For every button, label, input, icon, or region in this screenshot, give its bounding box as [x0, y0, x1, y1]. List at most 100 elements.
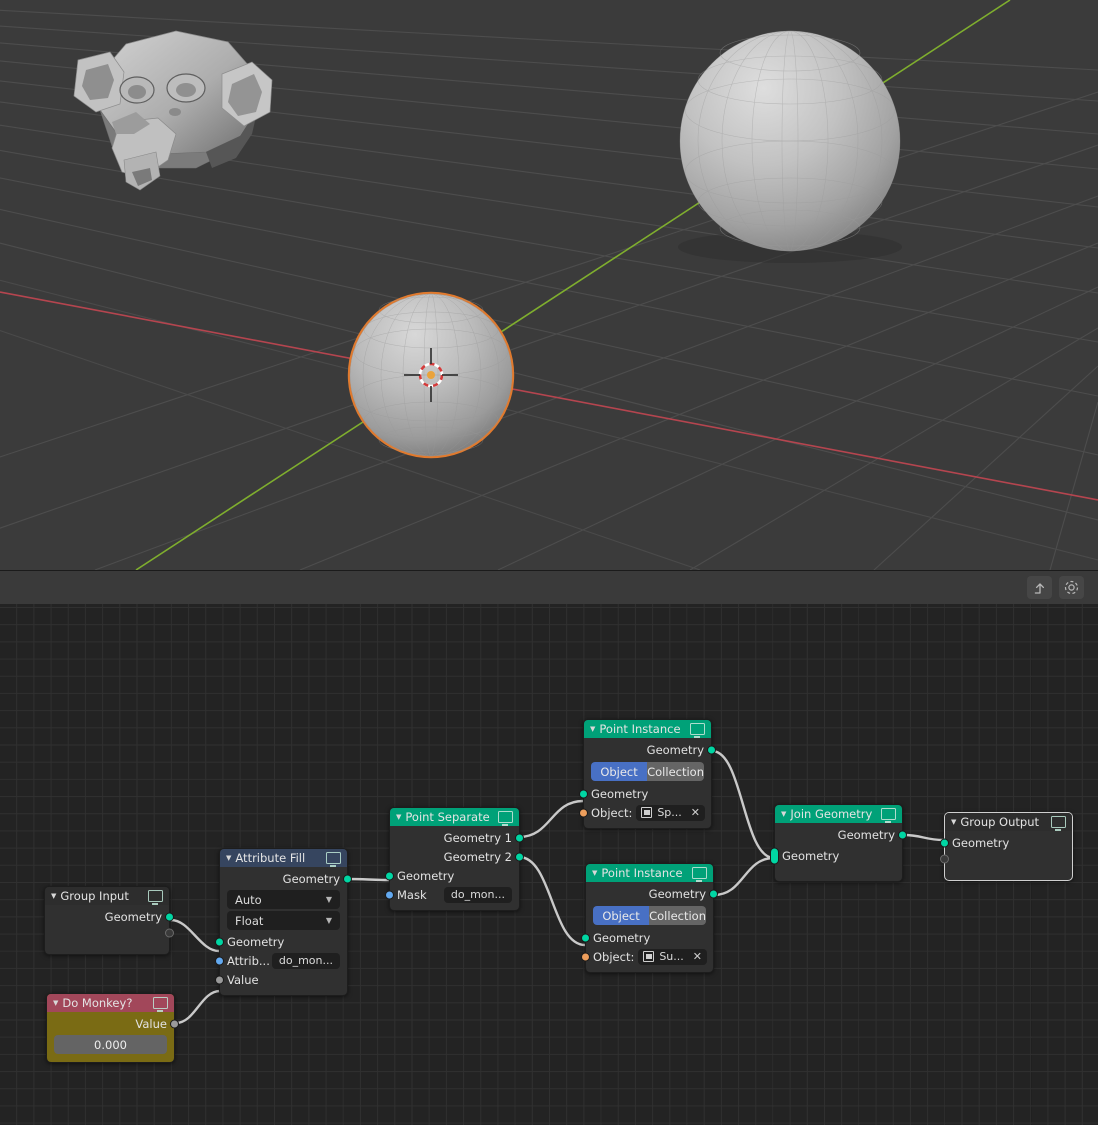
socket-row-input[interactable]: Geometry: [215, 932, 347, 951]
socket-row-input[interactable]: Geometry: [581, 928, 713, 947]
socket-row-input[interactable]: Geometry: [385, 866, 519, 885]
socket-mask-in[interactable]: [385, 890, 394, 899]
value-field[interactable]: 0.000: [54, 1035, 167, 1054]
socket-value-out[interactable]: [170, 1019, 179, 1028]
node-point-separate[interactable]: ▼ Point Separate Geometry 1 Geometry 2 G…: [385, 807, 524, 911]
3d-viewport[interactable]: [0, 0, 1098, 570]
node-group-input[interactable]: ▼ Group Input Geometry: [44, 886, 174, 955]
monitor-icon[interactable]: [326, 852, 341, 867]
socket-row-object[interactable]: Object: Su... ✕: [581, 947, 713, 966]
proportional-edit-icon[interactable]: [1059, 576, 1084, 599]
clear-object-icon[interactable]: ✕: [693, 950, 702, 963]
collapse-triangle-icon[interactable]: ▼: [396, 813, 401, 821]
socket-label: Object:: [591, 805, 633, 820]
socket-geometry-out[interactable]: [165, 912, 174, 921]
socket-object-in[interactable]: [579, 808, 588, 817]
socket-geometry-out[interactable]: [898, 830, 907, 839]
monitor-icon[interactable]: [881, 808, 896, 823]
socket-geometry-out[interactable]: [343, 874, 352, 883]
collapse-triangle-icon[interactable]: ▼: [51, 892, 56, 900]
socket-attribute-in[interactable]: [215, 956, 224, 965]
socket-row-input[interactable]: Value: [215, 970, 347, 989]
object-picker[interactable]: Su... ✕: [638, 948, 707, 965]
socket-row-input[interactable]: Mask do_mon...: [385, 885, 519, 904]
socket-row-output[interactable]: Geometry 1: [390, 828, 524, 847]
socket-label: Geometry: [952, 835, 1010, 850]
datatype-dropdown[interactable]: Float ▼: [227, 911, 340, 930]
socket-row-output[interactable]: Geometry: [584, 740, 716, 759]
dropdown-value: Auto: [235, 892, 262, 907]
socket-row-input[interactable]: Geometry: [579, 784, 711, 803]
node-header[interactable]: ▼ Do Monkey?: [47, 994, 174, 1012]
node-header[interactable]: ▼ Point Instance: [586, 864, 713, 882]
monitor-icon[interactable]: [692, 867, 707, 882]
instance-type-toggle[interactable]: Object Collection: [591, 762, 704, 781]
socket-geometry1-out[interactable]: [515, 833, 524, 842]
monitor-icon[interactable]: [1051, 816, 1066, 831]
collapse-triangle-icon[interactable]: ▼: [590, 725, 595, 733]
collapse-triangle-icon[interactable]: ▼: [592, 869, 597, 877]
toggle-collection[interactable]: Collection: [647, 762, 704, 781]
socket-label: Value: [227, 972, 259, 987]
node-point-instance-2[interactable]: ▼ Point Instance Geometry Object Collect…: [581, 863, 718, 973]
toggle-object[interactable]: Object: [593, 906, 650, 925]
socket-row-input[interactable]: Attrib... do_mon...: [215, 951, 347, 970]
node-header[interactable]: ▼ Point Instance: [584, 720, 711, 738]
mask-attribute-field[interactable]: do_mon...: [443, 886, 512, 903]
node-point-instance-1[interactable]: ▼ Point Instance Geometry Object Collect…: [579, 719, 716, 829]
socket-row-input[interactable]: Geometry: [940, 833, 1072, 852]
socket-object-in[interactable]: [581, 952, 590, 961]
clear-object-icon[interactable]: ✕: [691, 806, 700, 819]
socket-geometry-multi-in[interactable]: [770, 847, 779, 864]
socket-virtual-out[interactable]: [165, 928, 174, 938]
socket-row-output[interactable]: Geometry: [775, 825, 907, 844]
socket-label: Geometry: [837, 827, 895, 842]
socket-geometry-in[interactable]: [215, 937, 224, 946]
domain-dropdown[interactable]: Auto ▼: [227, 890, 340, 909]
socket-value-in[interactable]: [215, 975, 224, 984]
socket-row-input-multi[interactable]: Geometry: [770, 844, 902, 867]
socket-geometry2-out[interactable]: [515, 852, 524, 861]
socket-row-virtual[interactable]: [940, 852, 1072, 866]
object-picker[interactable]: Sp... ✕: [636, 804, 706, 821]
socket-geometry-in[interactable]: [385, 871, 394, 880]
node-title: Attribute Fill: [235, 851, 306, 865]
node-group-output[interactable]: ▼ Group Output Geometry: [940, 812, 1073, 881]
collapse-triangle-icon[interactable]: ▼: [226, 854, 231, 862]
socket-geometry-in[interactable]: [579, 789, 588, 798]
socket-row-output[interactable]: Geometry: [45, 907, 174, 926]
socket-row-output[interactable]: Geometry 2: [390, 847, 524, 866]
socket-row-output[interactable]: Geometry: [586, 884, 718, 903]
node-header[interactable]: ▼ Join Geometry: [775, 805, 902, 823]
socket-row-output[interactable]: Geometry: [220, 869, 352, 888]
node-header[interactable]: ▼ Group Input: [45, 887, 169, 905]
collapse-triangle-icon[interactable]: ▼: [53, 999, 58, 1007]
node-header[interactable]: ▼ Attribute Fill: [220, 849, 347, 867]
toggle-collection[interactable]: Collection: [649, 906, 706, 925]
monitor-icon[interactable]: [498, 811, 513, 826]
socket-geometry-out[interactable]: [707, 745, 716, 754]
geometry-node-editor[interactable]: ▼ Group Input Geometry ▼ Do Monkey? Valu…: [0, 604, 1098, 1125]
socket-row-virtual[interactable]: [45, 926, 174, 940]
toggle-object[interactable]: Object: [591, 762, 648, 781]
monitor-icon[interactable]: [148, 890, 163, 905]
monitor-icon[interactable]: [153, 997, 168, 1012]
node-attribute-fill[interactable]: ▼ Attribute Fill Geometry Auto ▼ Float ▼: [215, 848, 352, 996]
node-do-monkey[interactable]: ▼ Do Monkey? Value 0.000: [46, 993, 179, 1063]
socket-row-object[interactable]: Object: Sp... ✕: [579, 803, 711, 822]
socket-row-output[interactable]: Value: [47, 1014, 179, 1033]
socket-virtual-in[interactable]: [940, 854, 949, 864]
node-title: Point Separate: [405, 810, 490, 824]
collapse-triangle-icon[interactable]: ▼: [951, 818, 956, 826]
node-header[interactable]: ▼ Point Separate: [390, 808, 519, 826]
node-header[interactable]: ▼ Group Output: [945, 813, 1072, 831]
instance-type-toggle[interactable]: Object Collection: [593, 906, 706, 925]
socket-geometry-in[interactable]: [581, 933, 590, 942]
socket-geometry-out[interactable]: [709, 889, 718, 898]
monitor-icon[interactable]: [690, 723, 705, 738]
attribute-name-field[interactable]: do_mon...: [271, 952, 340, 969]
socket-geometry-in[interactable]: [940, 838, 949, 847]
node-join-geometry[interactable]: ▼ Join Geometry Geometry Geometry: [770, 804, 907, 882]
snap-arrow-icon[interactable]: [1027, 576, 1052, 599]
collapse-triangle-icon[interactable]: ▼: [781, 810, 786, 818]
